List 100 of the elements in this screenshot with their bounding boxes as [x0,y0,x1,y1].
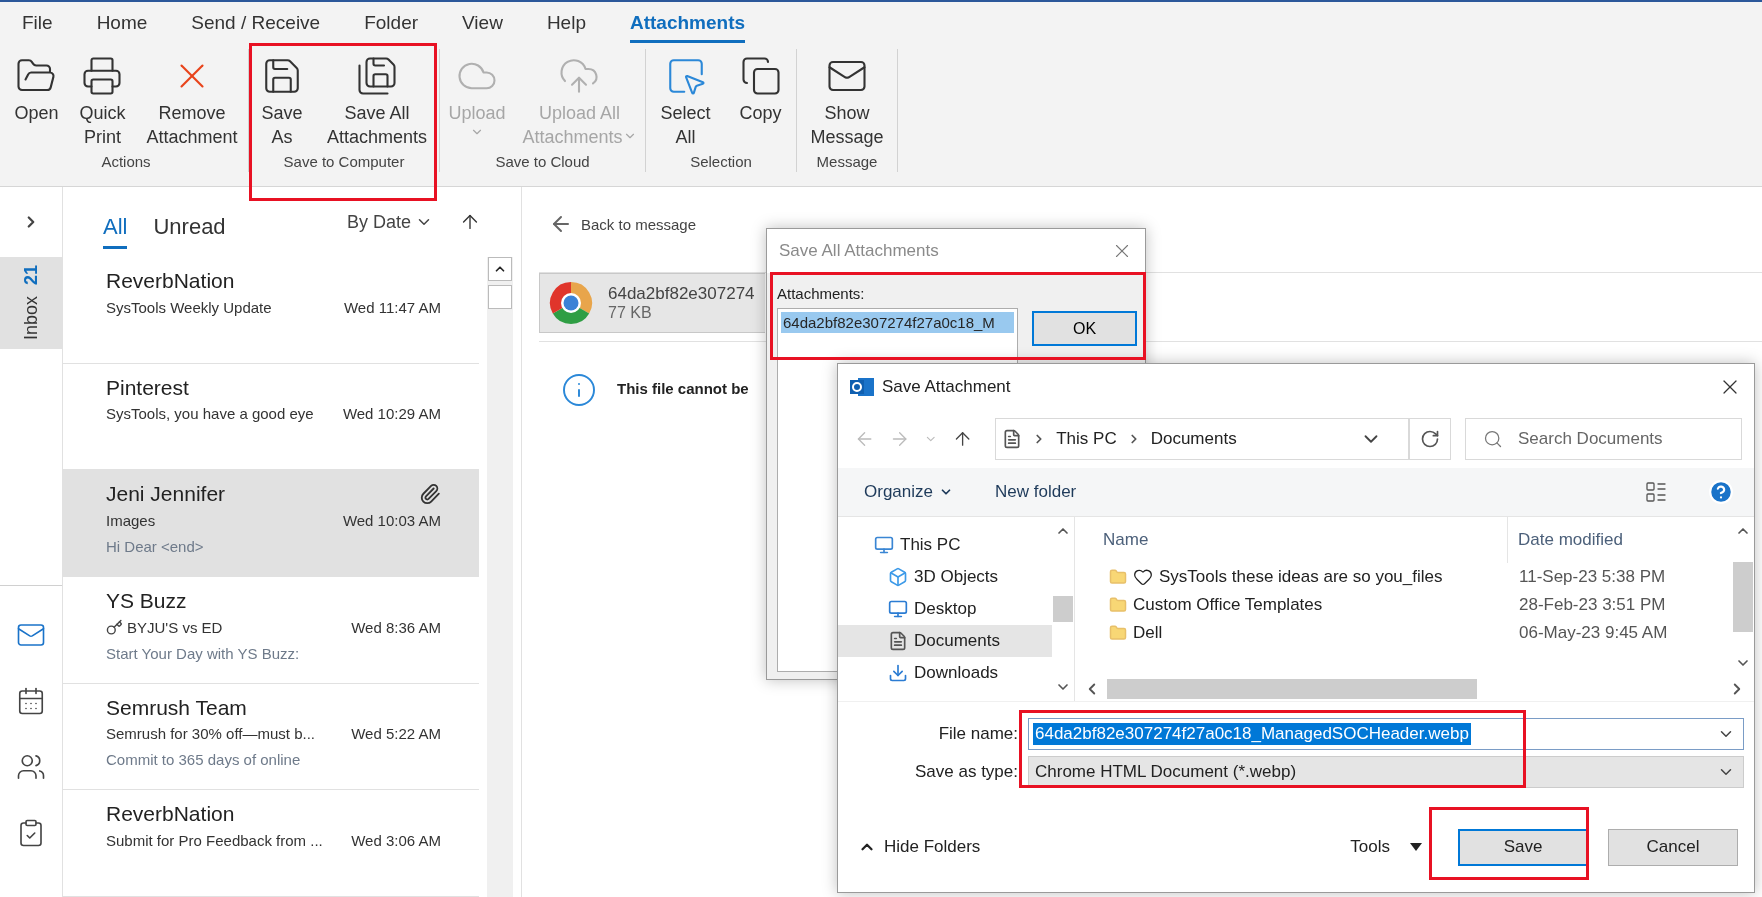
message-date: Wed 10:29 AM [342,405,441,423]
message-preview: Commit to 365 days of online [106,751,301,769]
folder-tree-item[interactable]: 3D Objects [838,561,1052,593]
file-name-field[interactable]: 64da2bf82e307274f27a0c18_ManagedSOCHeader.webp [1028,718,1744,750]
tools-button[interactable]: Tools [1344,836,1428,858]
scroll-thumb[interactable] [1053,596,1073,622]
filter-tab[interactable]: All [103,205,128,249]
menu-tab[interactable]: Folder [364,12,419,43]
folder-tree-item[interactable]: Documents [838,625,1052,657]
column-header[interactable]: Name [1075,530,1507,550]
dialog-title: Save Attachment [882,377,1012,397]
file-name: SysTools these ideas are so you_files [1159,567,1443,587]
file-name: Dell [1133,623,1163,643]
file-row[interactable]: SysTools these ideas are so you_files 11-Sep-23 5:38 PM [1075,563,1732,591]
folder-icon [1109,624,1127,642]
ribbon-button[interactable]: Quick Print [75,49,130,151]
path-crumb[interactable]: Documents [1150,429,1237,449]
ok-button[interactable]: OK [1032,311,1137,346]
folder-icon [1109,568,1127,586]
copy-icon [739,55,782,97]
floppy-disks-icon [355,55,398,97]
ribbon-button[interactable]: Select All [656,49,715,151]
scroll-thumb[interactable] [488,285,512,309]
group-label: Message [815,153,879,172]
group-label: Selection [689,153,753,172]
message-item[interactable]: Jeni Jennifer Images Wed 10:03 AM Hi Dear <end> [63,470,479,577]
caret-icon [1410,843,1422,851]
new-folder-button[interactable]: New folder [995,482,1077,502]
scrollbar[interactable] [487,257,513,897]
ribbon-button[interactable]: Copy [735,49,786,127]
file-type-select[interactable]: Chrome HTML Document (*.webp) [1028,756,1744,788]
field-label: Save as type: [914,762,1018,782]
search-field[interactable]: Search Documents [1465,418,1743,460]
refresh-icon [1419,429,1440,449]
ribbon-button[interactable]: Show Message [806,49,888,151]
message-date: Wed 5:22 AM [351,725,441,743]
view-options-icon[interactable] [1644,480,1668,504]
address-bar[interactable]: This PC Documents [995,418,1409,460]
menu-tab[interactable]: Help [546,12,586,43]
ribbon-button[interactable]: Save All Attachments [322,49,431,151]
column-header[interactable]: Date modified [1507,517,1623,563]
scroll-up-button[interactable] [488,257,512,281]
document-icon [888,631,908,651]
computer-icon [874,535,894,555]
field-label: File name: [937,724,1018,744]
help-icon[interactable] [1708,479,1734,505]
notice-text: This file cannot be [617,380,749,397]
menu-tab[interactable]: Home [96,12,148,43]
sender-name: ReverbNation [106,269,235,293]
message-subject: BYJU'S vs ED [127,618,223,636]
folder-tree-item[interactable]: Desktop [838,593,1052,625]
field-label: Attachments: [777,285,865,302]
folder-tree-item[interactable]: Downloads [838,657,1052,689]
cancel-button[interactable]: Cancel [1608,828,1738,866]
file-name: Custom Office Templates [1133,595,1323,615]
refresh-button[interactable] [1408,418,1452,460]
sender-name: ReverbNation [106,802,235,827]
attachment-chip[interactable]: 64da2bf82e307274 77 KB [539,273,765,333]
file-date: 06-May-23 9:45 AM [1518,623,1668,643]
attachment-size: 77 KB [608,304,653,322]
round-logo-icon [548,280,594,326]
message-subject: Images [106,511,156,529]
ribbon-button[interactable]: Open [10,49,63,127]
info-icon [561,372,597,408]
sender-name: YS Buzz [106,589,187,613]
people-icon[interactable] [16,752,46,782]
filter-tab[interactable]: Unread [153,205,226,249]
group-label: Save to Computer [282,153,406,172]
app-icon [850,376,874,398]
sort-button[interactable]: By Date [346,211,433,233]
file-date: 11-Sep-23 5:38 PM [1518,567,1666,587]
search-icon [1483,429,1504,449]
calendar-icon[interactable] [16,686,46,716]
message-subject: SysTools Weekly Update [106,298,272,316]
organize-button[interactable]: Organize [864,482,953,502]
group-label: Save to Cloud [494,153,591,172]
file-row[interactable]: Dell 06-May-23 9:45 AM [1075,619,1732,647]
sender-name: Semrush Team [106,695,247,720]
ribbon-button[interactable]: Remove Attachment [142,49,242,151]
message-subject: Semrush for 30% off—must b... [106,725,315,743]
menu-tab[interactable]: Send / Receive [191,12,321,43]
back-link[interactable]: Back to message [539,187,1762,241]
scroll-thumb[interactable] [1733,562,1753,632]
folder-icon [1109,596,1127,614]
save-button[interactable]: Save [1458,828,1588,866]
inbox-tab[interactable]: Inbox 21 [0,257,62,349]
attachment-list-item[interactable]: 64da2bf82e307274f27a0c18_M [781,312,1014,333]
message-date: Wed 3:06 AM [351,831,441,849]
scroll-thumb[interactable] [1107,679,1477,699]
path-crumb[interactable]: This PC [1056,429,1117,449]
message-preview: Start Your Day with YS Buzz: [106,644,300,662]
file-row[interactable]: Custom Office Templates 28-Feb-23 3:51 PM [1075,591,1732,619]
folder-tree-item[interactable]: This PC [838,529,1052,561]
ribbon-button[interactable]: Save As [257,49,307,151]
desktop-icon [888,599,908,619]
hide-folders-button[interactable]: Hide Folders [852,836,987,858]
menu-tab[interactable]: View [462,12,503,43]
menu-tab[interactable]: File [22,12,53,43]
message-subject: Submit for Pro Feedback from ... [106,831,323,849]
sender-name: Jeni Jennifer [106,482,226,507]
